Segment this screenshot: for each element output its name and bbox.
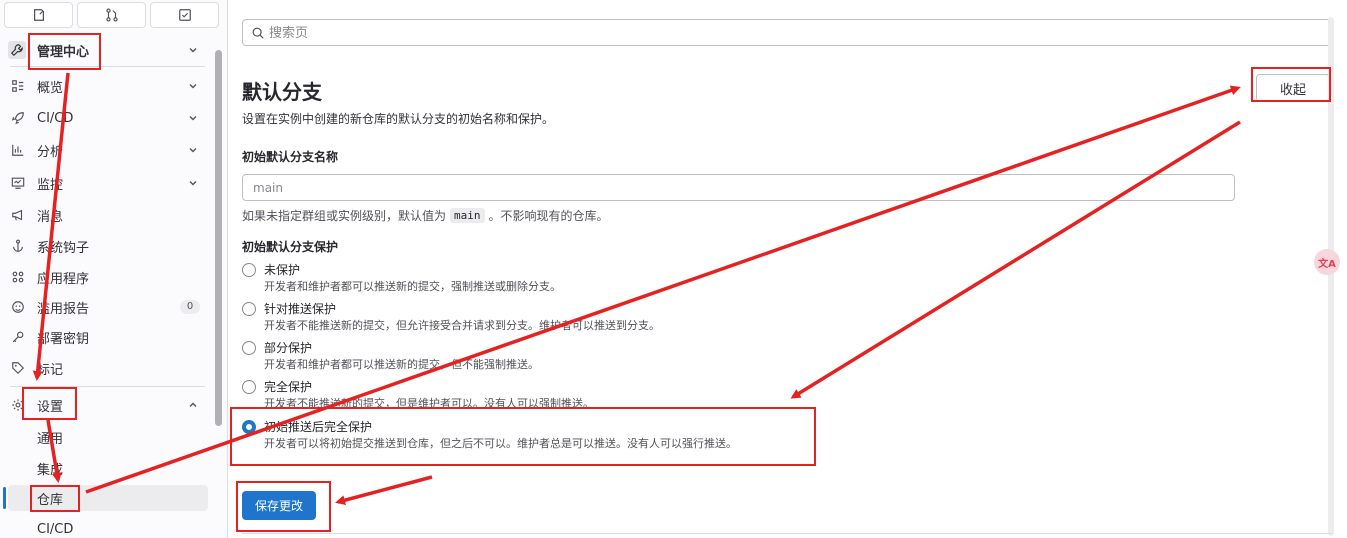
- sidebar-item-analytics[interactable]: 分析: [0, 137, 210, 163]
- issues-button[interactable]: [4, 2, 73, 28]
- sidebar-item-deploy-keys[interactable]: 部署密钥: [0, 324, 210, 350]
- help-code: main: [450, 208, 485, 223]
- analytics-icon: [10, 142, 26, 158]
- sidebar-top-buttons: [4, 2, 219, 28]
- sidebar-subitem-cicd[interactable]: CI/CD: [0, 516, 210, 538]
- radio-help: 开发者和维护者都可以推送新的提交，强制推送或删除分支。: [264, 280, 561, 293]
- sidebar-subitem-general[interactable]: 通用: [0, 424, 210, 450]
- sidebar-item-overview[interactable]: 概览: [0, 73, 210, 99]
- sidebar-item-label: 部署密钥: [37, 331, 90, 347]
- count-badge: 0: [180, 300, 200, 314]
- search-box[interactable]: [242, 19, 1334, 46]
- anchor-icon: [10, 238, 26, 254]
- annotation-box-repository: [30, 485, 80, 512]
- annotation-box-settings: [22, 387, 77, 420]
- radio-circle[interactable]: [242, 302, 256, 316]
- radio-help: 开发者和维护者都可以推送新的提交，但不能强制推送。: [264, 358, 539, 371]
- chevron-down-icon: [189, 48, 197, 53]
- annotation-box-option: [230, 407, 816, 466]
- translate-icon-text: 文A: [1318, 258, 1336, 270]
- help-suffix: 。不影响现有的仓库。: [488, 209, 609, 223]
- sidebar-item-label: 标记: [37, 362, 64, 378]
- radio-label: 未保护: [264, 263, 301, 277]
- initial-branch-name-help: 如果未指定群组或实例级别，默认值为 main 。不影响现有的仓库。: [242, 207, 609, 224]
- radio-protected-against-pushes[interactable]: 针对推送保护 开发者不能推送新的提交，但允许接受合并请求到分支。维护者可以推送到…: [242, 300, 1142, 338]
- search-input[interactable]: [269, 23, 1269, 43]
- sidebar-item-applications[interactable]: 应用程序: [0, 264, 210, 290]
- radio-circle[interactable]: [242, 341, 256, 355]
- sidebar-item-label: 消息: [37, 209, 64, 225]
- sidebar-item-monitoring[interactable]: 监控: [0, 170, 210, 196]
- search-icon: [252, 27, 264, 39]
- sidebar-item-abuse-reports[interactable]: 滥用报告 0: [0, 294, 210, 320]
- sidebar-item-label: 应用程序: [37, 271, 90, 287]
- sidebar-item-label: 概览: [37, 80, 64, 96]
- initial-branch-name-label: 初始默认分支名称: [242, 150, 339, 164]
- sidebar-item-cicd[interactable]: CI/CD: [0, 105, 210, 131]
- radio-partially-protected[interactable]: 部分保护 开发者和维护者都可以推送新的提交，但不能强制推送。: [242, 339, 1142, 377]
- radio-circle[interactable]: [242, 380, 256, 394]
- annotation-box-admin: [28, 33, 101, 70]
- sidebar-item-messages[interactable]: 消息: [0, 202, 210, 228]
- chevron-down-icon: [189, 84, 197, 89]
- apps-icon: [10, 269, 26, 285]
- translate-icon[interactable]: 文A: [1314, 249, 1340, 275]
- protection-label: 初始默认分支保护: [242, 240, 339, 254]
- merge-request-icon: [105, 8, 118, 22]
- radio-circle[interactable]: [242, 263, 256, 277]
- merge-requests-button[interactable]: [77, 2, 146, 28]
- help-prefix: 如果未指定群组或实例级别，默认值为: [242, 209, 447, 223]
- sidebar-subitem-label: CI/CD: [37, 521, 74, 537]
- chevron-down-icon: [189, 148, 197, 153]
- issues-icon: [33, 9, 44, 21]
- todo-icon: [178, 9, 191, 21]
- sidebar: 管理中心 概览 CI/CD 分析 监控 消息 系统钩子 应用程序 滥用报告 0: [0, 0, 228, 538]
- sidebar-item-label: 系统钩子: [37, 240, 90, 256]
- section-description: 设置在实例中创建的新仓库的默认分支的初始名称和保护。: [242, 112, 555, 126]
- radio-not-protected[interactable]: 未保护 开发者和维护者都可以推送新的提交，强制推送或删除分支。: [242, 261, 1142, 299]
- sidebar-scrollbar[interactable]: [215, 50, 222, 426]
- bullhorn-icon: [10, 207, 26, 223]
- sidebar-subitem-integrations[interactable]: 集成: [0, 455, 210, 481]
- monitor-icon: [10, 175, 26, 191]
- chevron-down-icon: [189, 181, 197, 186]
- annotation-box-save: [236, 481, 331, 532]
- sidebar-item-label: 监控: [37, 177, 64, 193]
- initial-branch-name-input[interactable]: [242, 174, 1235, 201]
- radio-label: 完全保护: [264, 380, 313, 394]
- sidebar-item-label: 滥用报告: [37, 301, 90, 317]
- section-title: 默认分支: [242, 80, 322, 104]
- sidebar-item-labels[interactable]: 标记: [0, 355, 210, 381]
- radio-label: 部分保护: [264, 341, 313, 355]
- overview-icon: [10, 78, 26, 94]
- todo-button[interactable]: [150, 2, 219, 28]
- chevron-down-icon: [189, 116, 197, 121]
- sidebar-subitem-label: 集成: [37, 462, 64, 478]
- radio-help: 开发者不能推送新的提交，但允许接受合并请求到分支。维护者可以推送到分支。: [264, 319, 660, 332]
- smiley-icon: [10, 299, 26, 315]
- sidebar-item-system-hooks[interactable]: 系统钩子: [0, 233, 210, 259]
- radio-label: 针对推送保护: [264, 302, 337, 316]
- wrench-icon: [8, 41, 26, 59]
- label-icon: [10, 360, 26, 376]
- annotation-box-collapse: [1251, 67, 1331, 102]
- active-indicator: [3, 487, 6, 509]
- sidebar-item-label: 分析: [37, 144, 64, 160]
- section-divider: [242, 533, 1332, 534]
- chevron-up-icon: [189, 402, 197, 407]
- rocket-icon: [10, 110, 26, 126]
- sidebar-subitem-label: 通用: [37, 431, 64, 447]
- sidebar-item-label: CI/CD: [37, 110, 74, 126]
- key-icon: [10, 329, 26, 345]
